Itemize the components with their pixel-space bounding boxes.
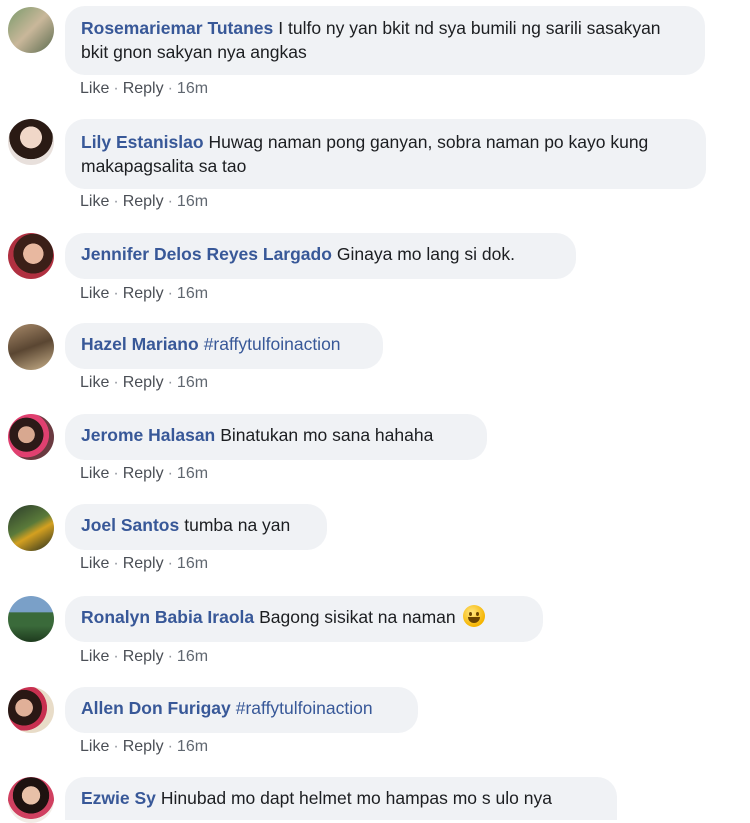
- comment-text: Bagong sisikat na naman: [259, 607, 456, 627]
- avatar[interactable]: [8, 687, 54, 733]
- separator: ·: [167, 648, 173, 665]
- like-button[interactable]: Like: [80, 374, 109, 391]
- like-button[interactable]: Like: [80, 648, 109, 665]
- comment-author[interactable]: Allen Don Furigay: [81, 698, 231, 718]
- comment-author[interactable]: Jennifer Delos Reyes Largado: [81, 244, 332, 264]
- like-button[interactable]: Like: [80, 555, 109, 572]
- comment-actions: Like · Reply · 16m: [80, 555, 208, 573]
- comment-actions: Like · Reply · 16m: [80, 80, 208, 98]
- comment-timestamp[interactable]: 16m: [177, 555, 208, 572]
- comment-author[interactable]: Ronalyn Babia Iraola: [81, 607, 254, 627]
- reply-button[interactable]: Reply: [123, 648, 164, 665]
- like-button[interactable]: Like: [80, 738, 109, 755]
- avatar[interactable]: [8, 777, 54, 823]
- comment-bubble: Ronalyn Babia Iraola Bagong sisikat na na…: [65, 596, 543, 642]
- reply-button[interactable]: Reply: [123, 465, 164, 482]
- reply-button[interactable]: Reply: [123, 285, 164, 302]
- comment-timestamp[interactable]: 16m: [177, 465, 208, 482]
- separator: ·: [113, 193, 119, 210]
- separator: ·: [167, 555, 173, 572]
- separator: ·: [167, 374, 173, 391]
- comment-bubble: Jennifer Delos Reyes Largado Ginaya mo la…: [65, 233, 576, 279]
- comment-bubble: Jerome Halasan Binatukan mo sana hahaha: [65, 414, 487, 460]
- hashtag-link[interactable]: #raffytulfoinaction: [236, 698, 373, 718]
- comment-timestamp[interactable]: 16m: [177, 738, 208, 755]
- separator: ·: [113, 465, 119, 482]
- comment-author[interactable]: Ezwie Sy: [81, 788, 156, 808]
- comment-timestamp[interactable]: 16m: [177, 80, 208, 97]
- comment-actions: Like · Reply · 16m: [80, 648, 208, 666]
- separator: ·: [113, 374, 119, 391]
- separator: ·: [167, 193, 173, 210]
- comment-author[interactable]: Rosemariemar Tutanes: [81, 18, 273, 38]
- comment-text: Binatukan mo sana hahaha: [220, 425, 434, 445]
- comment-bubble: Joel Santos tumba na yan: [65, 504, 327, 550]
- comment-timestamp[interactable]: 16m: [177, 193, 208, 210]
- reply-button[interactable]: Reply: [123, 555, 164, 572]
- like-button[interactable]: Like: [80, 193, 109, 210]
- comment-actions: Like · Reply · 16m: [80, 374, 208, 392]
- avatar[interactable]: [8, 233, 54, 279]
- avatar[interactable]: [8, 596, 54, 642]
- separator: ·: [113, 648, 119, 665]
- separator: ·: [113, 285, 119, 302]
- comment-author[interactable]: Hazel Mariano: [81, 334, 199, 354]
- separator: ·: [113, 555, 119, 572]
- comment-text: Hinubad mo dapt helmet mo hampas mo s ul…: [160, 788, 552, 808]
- separator: ·: [113, 738, 119, 755]
- comment-actions: Like · Reply · 16m: [80, 465, 208, 483]
- comment-text: tumba na yan: [184, 515, 291, 535]
- separator: ·: [113, 80, 119, 97]
- comment-timestamp[interactable]: 16m: [177, 374, 208, 391]
- separator: ·: [167, 465, 173, 482]
- comment-bubble: Rosemariemar Tutanes I tulfo ny yan bkit …: [65, 6, 705, 75]
- comment-timestamp[interactable]: 16m: [177, 648, 208, 665]
- avatar[interactable]: [8, 505, 54, 551]
- separator: ·: [167, 738, 173, 755]
- avatar[interactable]: [8, 414, 54, 460]
- comment-author[interactable]: Jerome Halasan: [81, 425, 215, 445]
- comment-text: Ginaya mo lang si dok.: [336, 244, 515, 264]
- avatar[interactable]: [8, 7, 54, 53]
- comment-actions: Like · Reply · 16m: [80, 285, 208, 303]
- reply-button[interactable]: Reply: [123, 80, 164, 97]
- comment-actions: Like · Reply · 16m: [80, 193, 208, 211]
- comment-author[interactable]: Joel Santos: [81, 515, 179, 535]
- comment-bubble: Ezwie Sy Hinubad mo dapt helmet mo hampas…: [65, 777, 617, 820]
- reply-button[interactable]: Reply: [123, 374, 164, 391]
- comment-bubble: Lily Estanislao Huwag naman pong ganyan, …: [65, 119, 706, 189]
- avatar[interactable]: [8, 119, 54, 165]
- hashtag-link[interactable]: #raffytulfoinaction: [204, 334, 341, 354]
- separator: ·: [167, 285, 173, 302]
- comment-bubble: Hazel Mariano #raffytulfoinaction: [65, 323, 383, 369]
- comment-author[interactable]: Lily Estanislao: [81, 132, 204, 152]
- separator: ·: [167, 80, 173, 97]
- reply-button[interactable]: Reply: [123, 738, 164, 755]
- reply-button[interactable]: Reply: [123, 193, 164, 210]
- comment-timestamp[interactable]: 16m: [177, 285, 208, 302]
- comment-bubble: Allen Don Furigay #raffytulfoinaction: [65, 687, 418, 733]
- like-button[interactable]: Like: [80, 80, 109, 97]
- grinning-face-emoji: [462, 605, 485, 627]
- avatar[interactable]: [8, 324, 54, 370]
- like-button[interactable]: Like: [80, 285, 109, 302]
- like-button[interactable]: Like: [80, 465, 109, 482]
- comment-actions: Like · Reply · 16m: [80, 738, 208, 756]
